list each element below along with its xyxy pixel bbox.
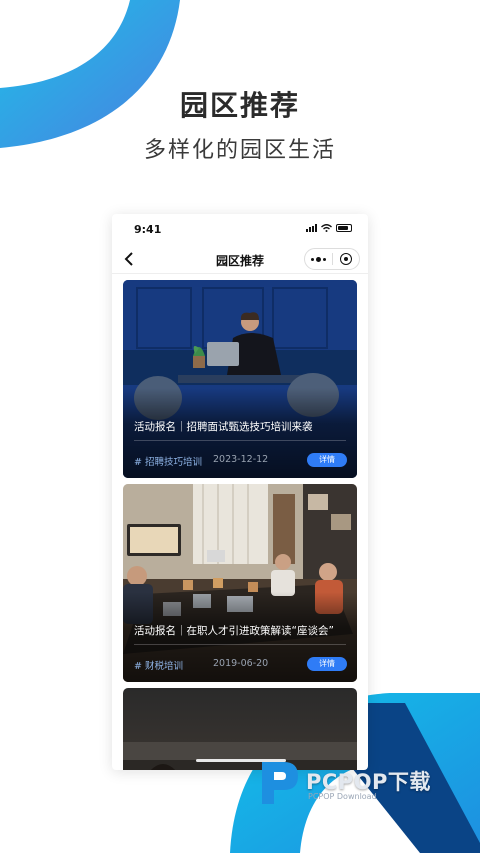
- event-tag[interactable]: # 招聘技巧培训: [134, 454, 202, 468]
- nav-bar: 园区推荐: [112, 244, 368, 274]
- event-tag[interactable]: # 财税培训: [134, 658, 183, 672]
- status-time: 9:41: [134, 223, 162, 236]
- hero-subtitle: 多样化的园区生活: [143, 138, 336, 163]
- signal-icon: [306, 224, 317, 232]
- details-button[interactable]: 详情: [307, 453, 347, 467]
- mini-program-capsule: [304, 248, 360, 270]
- decorative-arc-top-left: [0, 0, 180, 148]
- divider: [134, 644, 346, 645]
- status-icons: [306, 224, 352, 232]
- event-card[interactable]: 活动报名｜在职人才引进政策解读“座谈会” # 财税培训 2019-06-20 详…: [123, 484, 357, 682]
- pcpop-logo-icon: [262, 762, 298, 804]
- battery-icon: [336, 224, 352, 232]
- more-dots-icon[interactable]: [305, 249, 332, 269]
- details-button[interactable]: 详情: [307, 657, 347, 671]
- event-card[interactable]: 活动报名｜招聘面试甄选技巧培训来袭 # 招聘技巧培训 2023-12-12 详情: [123, 280, 357, 478]
- hero-title: 园区推荐: [179, 89, 300, 122]
- phone-screen: 9:41 园区推荐 活动报名｜招聘面试甄选技巧培训来袭 # 招聘技巧培训 202…: [112, 214, 368, 770]
- wifi-icon: [321, 224, 332, 232]
- divider: [134, 440, 346, 441]
- event-date: 2023-12-12: [213, 454, 269, 465]
- watermark-sub: PCPOP Download: [308, 792, 377, 801]
- event-title: 活动报名｜在职人才引进政策解读“座谈会”: [134, 625, 334, 637]
- event-date: 2019-06-20: [213, 658, 269, 669]
- status-bar: 9:41: [112, 214, 368, 244]
- watermark-logo: PCPOP下载 PCPOP Download: [258, 758, 468, 808]
- target-icon[interactable]: [333, 249, 360, 269]
- event-title: 活动报名｜招聘面试甄选技巧培训来袭: [134, 421, 313, 433]
